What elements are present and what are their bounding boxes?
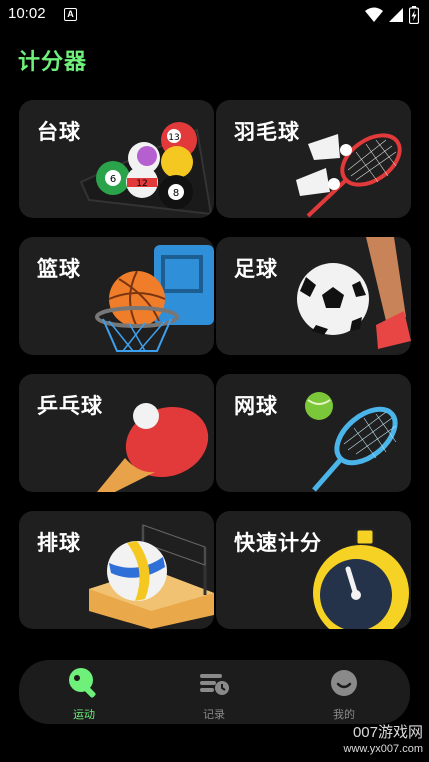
nav-label: 记录: [203, 708, 225, 721]
sport-card-quick-score[interactable]: 快速计分: [216, 511, 411, 629]
sport-card-label: 网球: [234, 394, 278, 418]
battery-icon: [409, 6, 419, 24]
sport-card-basketball[interactable]: 篮球: [19, 237, 214, 355]
page-title: 计分器: [18, 50, 88, 75]
svg-text:8: 8: [173, 188, 179, 199]
status-bar: 10:02 A: [0, 0, 429, 30]
nav-item-profile[interactable]: 我的: [304, 666, 384, 721]
svg-text:12: 12: [136, 179, 147, 189]
profile-icon: [331, 670, 357, 696]
status-icons: [365, 6, 419, 24]
sport-card-label: 台球: [37, 120, 81, 144]
records-icon: [200, 674, 229, 695]
sport-card-billiards[interactable]: 台球 13 6 12 8: [19, 100, 214, 218]
svg-text:13: 13: [168, 133, 179, 143]
svg-text:6: 6: [110, 174, 116, 185]
sport-card-table-tennis[interactable]: 乒乓球: [19, 374, 214, 492]
signal-icon: [389, 8, 403, 22]
sport-card-label: 排球: [37, 531, 81, 555]
wifi-icon: [365, 7, 383, 22]
sport-card-label: 篮球: [37, 257, 81, 281]
watermark-line1: 007游戏网: [352, 724, 423, 741]
sport-card-label: 羽毛球: [234, 120, 300, 144]
sport-card-label: 足球: [234, 257, 278, 281]
nav-item-records[interactable]: 记录: [174, 666, 254, 721]
sport-card-tennis[interactable]: 网球: [216, 374, 411, 492]
sport-card-label: 乒乓球: [37, 394, 103, 418]
status-time: 10:02: [8, 5, 46, 22]
notification-icon: A: [64, 8, 77, 21]
sport-card-volleyball[interactable]: 排球: [19, 511, 214, 629]
sport-card-football[interactable]: 足球: [216, 237, 411, 355]
nav-item-sports[interactable]: 运动: [44, 666, 124, 721]
sport-card-badminton[interactable]: 羽毛球: [216, 100, 411, 218]
ping-pong-paddle-icon: [69, 668, 96, 698]
sport-card-label: 快速计分: [234, 531, 322, 555]
nav-label: 运动: [73, 708, 95, 721]
watermark: 007游戏网 www.yx007.com: [344, 724, 423, 758]
bottom-nav: 运动 记录 我的: [19, 660, 410, 724]
nav-label: 我的: [333, 708, 355, 721]
watermark-line2: www.yx007.com: [343, 743, 423, 755]
